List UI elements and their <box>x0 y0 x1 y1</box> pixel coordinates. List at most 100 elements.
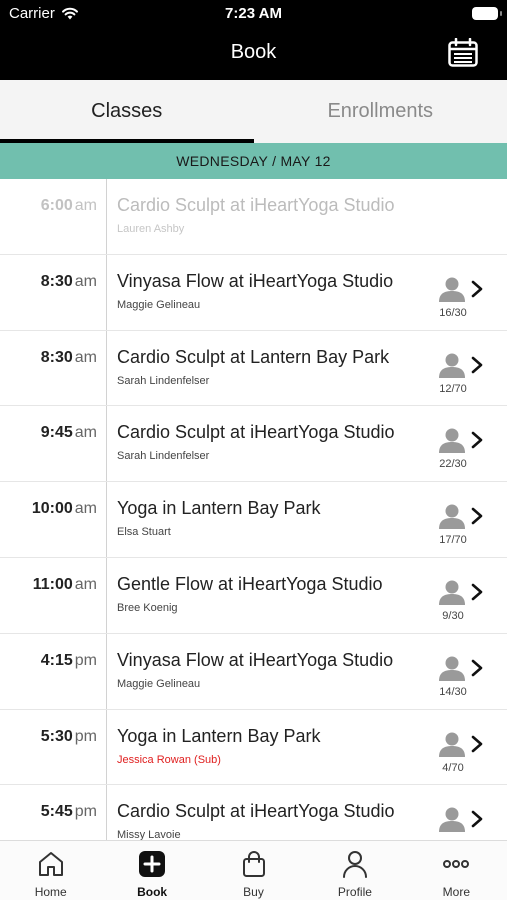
class-row[interactable]: 8:30 am Vinyasa Flow at iHeartYoga Studio M… <box>0 255 507 331</box>
class-time-value: 4:15 <box>40 651 73 669</box>
class-time: 10:00 am <box>32 500 97 518</box>
class-time-ampm: am <box>74 575 97 593</box>
class-time-value: 9:45 <box>40 424 73 442</box>
shopping-bag-icon <box>242 851 265 877</box>
class-row[interactable]: 5:30 pm Yoga in Lantern Bay Park Jessica Ro… <box>0 710 507 786</box>
class-time-value: 5:45 <box>40 803 73 821</box>
class-name: Yoga in Lantern Bay Park <box>117 498 321 519</box>
class-row[interactable]: 8:30 am Cardio Sculpt at Lantern Bay Park S… <box>0 331 507 407</box>
person-icon <box>439 353 465 378</box>
instructor-name: Jessica Rowan (Sub) <box>117 753 221 766</box>
capacity-count: 9/30 <box>442 609 464 622</box>
class-name: Cardio Sculpt at iHeartYoga Studio <box>117 195 395 215</box>
class-name: Cardio Sculpt at iHeartYoga Studio <box>117 422 395 443</box>
calendar-icon[interactable] <box>447 38 479 68</box>
capacity-count: 12/70 <box>439 382 467 395</box>
date-header: WEDNESDAY / MAY 12 <box>0 143 507 179</box>
class-time-ampm: am <box>74 197 97 214</box>
person-icon <box>439 277 465 302</box>
person-icon <box>439 428 465 454</box>
class-time-value: 5:30 <box>40 727 73 745</box>
home-icon <box>38 852 63 876</box>
class-name: Yoga in Lantern Bay Park <box>117 725 321 746</box>
class-time: 8:30 am <box>41 273 97 291</box>
instructor-name: Missy Lavoie <box>117 829 181 840</box>
class-name: Cardio Sculpt at iHeartYoga Studio <box>117 801 395 822</box>
segment-tabs: Classes Enrollments <box>0 80 507 143</box>
class-time-ampm: am <box>74 424 97 442</box>
chevron-right-icon[interactable] <box>470 431 484 449</box>
person-icon <box>439 732 465 757</box>
instructor-name: Elsa Stuart <box>117 526 171 539</box>
tab-buy[interactable]: Buy <box>203 841 304 900</box>
tab-profile-label: Profile <box>337 885 372 899</box>
person-icon <box>439 656 465 681</box>
class-row[interactable]: 5:45 pm Cardio Sculpt at iHeartYoga Studio… <box>0 785 507 840</box>
class-time: 5:45 pm <box>41 803 97 821</box>
class-time-value: 11:00 <box>32 575 73 593</box>
tab-book-label: Book <box>137 885 168 899</box>
battery-icon <box>472 7 502 20</box>
person-icon <box>439 504 465 530</box>
chevron-right-icon[interactable] <box>470 735 484 753</box>
class-name: Vinyasa Flow at iHeartYoga Studio <box>117 270 394 291</box>
bottom-tab-bar: Home Book Buy Profile More <box>0 840 507 900</box>
class-time-ampm: am <box>74 500 97 518</box>
capacity-count: 14/30 <box>439 685 467 698</box>
tab-book[interactable]: Book <box>101 841 202 900</box>
class-time: 6:00 am <box>41 197 97 215</box>
chevron-right-icon[interactable] <box>470 583 484 601</box>
capacity-count: 22/30 <box>439 458 467 471</box>
plus-icon <box>139 851 166 877</box>
tab-buy-label: Buy <box>243 885 264 899</box>
class-row[interactable]: 9:45 am Cardio Sculpt at iHeartYoga Studio… <box>0 406 507 483</box>
tab-classes[interactable]: Classes <box>0 80 254 143</box>
class-time-ampm: pm <box>74 727 97 745</box>
class-time: 8:30 am <box>41 349 97 367</box>
class-name: Cardio Sculpt at Lantern Bay Park <box>117 346 390 367</box>
class-time-ampm: am <box>74 348 97 366</box>
class-time-ampm: am <box>74 272 97 290</box>
chevron-right-icon[interactable] <box>470 280 484 298</box>
class-time-value: 10:00 <box>31 500 73 518</box>
chevron-right-icon[interactable] <box>470 659 484 677</box>
tab-home-label: Home <box>34 885 67 899</box>
class-time-value: 8:30 <box>40 272 73 290</box>
tab-more[interactable]: More <box>406 841 507 900</box>
person-icon <box>439 807 465 833</box>
class-row[interactable]: 4:15 pm Vinyasa Flow at iHeartYoga Studio M… <box>0 634 507 710</box>
class-name: Vinyasa Flow at iHeartYoga Studio <box>117 649 394 670</box>
tab-home[interactable]: Home <box>0 841 101 900</box>
instructor-name: Maggie Gelineau <box>117 677 201 690</box>
class-row[interactable]: 6:00 am Cardio Sculpt at iHeartYoga Studio… <box>0 179 507 255</box>
chevron-right-icon[interactable] <box>470 810 484 828</box>
class-list: 6:00 am Cardio Sculpt at iHeartYoga Studio… <box>0 179 507 840</box>
class-row[interactable]: 10:00 am Yoga in Lantern Bay Park Elsa Stua… <box>0 482 507 558</box>
class-time-value: 6:00 <box>40 197 73 214</box>
capacity-count: 17/70 <box>439 534 467 547</box>
chevron-right-icon[interactable] <box>470 356 484 374</box>
instructor-name: Sarah Lindenfelser <box>117 374 210 387</box>
tab-more-label: More <box>442 885 470 899</box>
instructor-name: Sarah Lindenfelser <box>117 450 210 463</box>
capacity-count: 16/30 <box>439 306 467 319</box>
status-bar: Carrier 7:23 AM <box>0 0 507 28</box>
instructor-name: Bree Koenig <box>117 601 178 614</box>
class-time: 5:30 pm <box>41 728 97 746</box>
class-time-ampm: pm <box>74 803 97 821</box>
more-dots-icon <box>443 860 470 868</box>
tab-enrollments[interactable]: Enrollments <box>254 80 507 143</box>
class-time: 9:45 am <box>41 424 97 442</box>
instructor-name: Maggie Gelineau <box>117 298 201 311</box>
class-row[interactable]: 11:00 am Gentle Flow at iHeartYoga Studio B… <box>0 558 507 634</box>
status-time: 7:23 AM <box>225 5 282 22</box>
capacity-count: 4/70 <box>442 761 464 774</box>
tab-profile[interactable]: Profile <box>304 841 405 900</box>
person-icon <box>439 580 465 605</box>
class-time-value: 8:30 <box>40 348 73 366</box>
chevron-right-icon[interactable] <box>470 507 484 525</box>
class-time: 4:15 pm <box>41 652 97 670</box>
instructor-name: Lauren Ashby <box>117 223 185 235</box>
page-title: Book <box>230 41 277 63</box>
class-time-ampm: pm <box>74 651 97 669</box>
